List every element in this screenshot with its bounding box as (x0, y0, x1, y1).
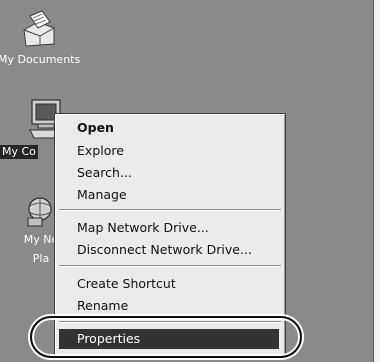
desktop: My Documents My Co My Ne Pla Open Explor… (0, 0, 380, 362)
menu-item-rename[interactable]: Rename (77, 298, 128, 314)
menu-separator (59, 209, 281, 211)
menu-item-properties[interactable]: Properties (59, 329, 279, 349)
menu-item-map-network-drive[interactable]: Map Network Drive... (77, 220, 209, 236)
menu-item-create-shortcut[interactable]: Create Shortcut (77, 276, 176, 292)
folder-documents-icon (23, 10, 55, 47)
desktop-icon-label: My Documents (0, 53, 81, 66)
menu-item-manage[interactable]: Manage (77, 187, 127, 203)
window-edge (373, 0, 380, 362)
menu-item-search[interactable]: Search... (77, 165, 132, 181)
desktop-icon-my-documents[interactable]: My Documents (0, 8, 80, 67)
menu-item-explore[interactable]: Explore (77, 143, 124, 159)
desktop-icon-label: Pla (32, 252, 50, 265)
menu-separator (59, 265, 281, 267)
menu-item-disconnect-network-drive[interactable]: Disconnect Network Drive... (77, 242, 252, 258)
desktop-icon-label: My Co (0, 145, 38, 159)
context-menu: Open Explore Search... Manage Map Networ… (54, 113, 286, 359)
menu-separator (59, 321, 281, 323)
menu-item-open[interactable]: Open (77, 120, 114, 136)
